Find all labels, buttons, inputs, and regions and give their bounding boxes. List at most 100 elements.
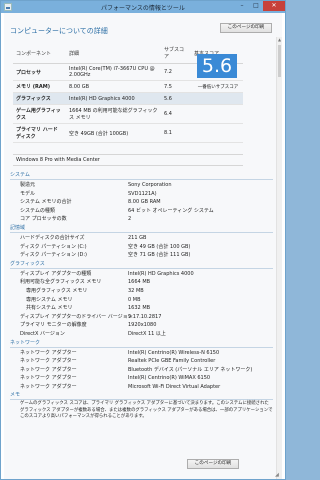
detail-row: ディスク パーティション (C:) 空き 49 GB (合計 100 GB) (10, 243, 273, 252)
detail-value: 空き 49 GB (合計 100 GB) (128, 243, 191, 250)
detail-row: コア プロセッサの数 2 (10, 215, 273, 224)
scroll-up-icon[interactable]: ▲ (277, 37, 282, 43)
detail-key: ディスプレイ アダプターの種類 (20, 270, 92, 277)
detail-value: 9.17.10.2817 (128, 313, 162, 320)
detail-row: ディスプレイ アダプターのドライバー バージョン 9.17.10.2817 (10, 313, 273, 322)
detail-key: DirectX バージョン (20, 330, 65, 337)
detail-value: Intel(R) Centrino(R) Wireless-N 6150 (128, 349, 220, 356)
detail-key: プライマリ モニターの解像度 (20, 322, 87, 329)
detail-value: Sony Corporation (128, 182, 172, 188)
close-button[interactable]: ✕ (263, 1, 285, 11)
content-pane: コンピューターについての詳細 このページの印刷 コンポーネント 詳細 サブスコア… (4, 13, 282, 479)
component-detail: Intel(R) Core(TM) i7-3667U CPU @ 2.00GHz (66, 63, 161, 81)
component-detail: 1664 MB の利用可能な総グラフィックス メモリ (66, 104, 161, 124)
section-header: グラフィックス (10, 260, 273, 269)
detail-value: 8.00 GB RAM (128, 199, 161, 206)
detail-value: SVD1121A) (128, 190, 157, 197)
print-button-bottom[interactable]: このページの印刷 (187, 459, 239, 469)
detail-row: 専用グラフィックス メモリ 32 MB (10, 287, 273, 296)
component-name: ゲーム用グラフィックス (13, 104, 66, 124)
detail-key: 利用可能な全グラフィックス メモリ (20, 279, 102, 286)
subscore: 7.5 (161, 80, 191, 93)
detail-row: ハードディスクの合計サイズ 211 GB (10, 234, 273, 243)
detail-value: 1632 MB (128, 305, 151, 312)
vertical-scrollbar[interactable]: ▲ (276, 37, 282, 479)
score-row-gaming-graphics: ゲーム用グラフィックス 1664 MB の利用可能な総グラフィックス メモリ 6… (13, 104, 243, 124)
detail-value: 211 GB (128, 234, 147, 241)
memo-text: ゲームのグラフィックス スコアは、プライマリ グラフィックス アダプターに基づい… (20, 401, 273, 419)
section-header: システム (10, 171, 273, 180)
detail-key: 製造元 (20, 182, 36, 188)
detail-value: Bluetooth デバイス (パーソナル エリア ネットワーク) (128, 366, 253, 373)
detail-row: 製造元 Sony Corporation (10, 181, 273, 190)
detail-row: DirectX バージョン DirectX 11 以上 (10, 330, 273, 339)
component-name: グラフィックス (13, 92, 66, 105)
detail-row: システム メモリの合計 8.00 GB RAM (10, 198, 273, 207)
detail-key: ハードディスクの合計サイズ (20, 234, 85, 241)
detail-value: 32 MB (128, 287, 144, 294)
section-header: ネットワーク (10, 339, 273, 348)
memo-header: メモ (10, 391, 273, 401)
subscore: 5.6 (161, 92, 191, 105)
detail-row: ネットワーク アダプター Intel(R) Centrino(R) WiMAX 6… (10, 374, 273, 383)
detail-value: Microsoft Wi-Fi Direct Virtual Adapter (128, 383, 221, 390)
section-header: 記憶域 (10, 224, 273, 233)
component-detail: 8.00 GB (66, 80, 161, 93)
detail-value: Intel(R) Centrino(R) WiMAX 6150 (128, 375, 211, 382)
detail-key: 専用システム メモリ (26, 296, 73, 303)
detail-row: ネットワーク アダプター Realtek PCIe GBE Family Cont… (10, 357, 273, 366)
detail-row: 共有システム メモリ 1632 MB (10, 304, 273, 313)
detail-row: モデル SVD1121A) (10, 190, 273, 199)
component-name: メモリ (RAM) (13, 80, 66, 93)
main-window: パフォーマンスの情報とツール – □ ✕ コンピューターについての詳細 このペー… (0, 0, 286, 480)
subscore: 8.1 (161, 123, 191, 143)
resize-grip-icon[interactable]: ◢ (275, 472, 281, 478)
details-list: システム製造元 Sony Corporation モデル SVD1121A) システム … (10, 171, 273, 420)
detail-row: ネットワーク アダプター Microsoft Wi-Fi Direct Virtu… (10, 383, 273, 392)
detail-value: 1920x1080 (128, 322, 157, 329)
detail-row: システムの種類 64 ビット オペレーティング システム (10, 207, 273, 216)
subscore: 6.4 (161, 104, 191, 124)
detail-value: 64 ビット オペレーティング システム (128, 207, 214, 214)
maximize-button[interactable]: □ (249, 1, 263, 11)
component-name: プライマリ ハード ディスク (13, 123, 66, 143)
windows-edition: Windows 8 Pro with Media Center (13, 154, 243, 166)
detail-row: 専用システム メモリ 0 MB (10, 296, 273, 305)
detail-key: ネットワーク アダプター (20, 349, 77, 356)
print-button-top[interactable]: このページの印刷 (220, 23, 272, 33)
page-title: コンピューターについての詳細 (10, 27, 108, 35)
score-row-graphics: グラフィックス Intel(R) HD Graphics 4000 5.6 (13, 92, 243, 105)
detail-row: 利用可能な全グラフィックス メモリ 1664 MB (10, 278, 273, 287)
detail-key: ディスク パーティション (D:) (20, 252, 87, 259)
minimize-button[interactable]: – (235, 1, 249, 11)
component-name: プロセッサ (13, 63, 66, 81)
header-subscore: サブスコア (161, 43, 191, 64)
detail-value: Intel(R) HD Graphics 4000 (128, 270, 194, 277)
detail-key: システムの種類 (20, 207, 55, 214)
score-row-hard-disk: プライマリ ハード ディスク 空き 49GB (合計 100GB) 8.1 (13, 123, 243, 143)
detail-key: ディスプレイ アダプターのドライバー バージョン (20, 313, 133, 320)
detail-key: システム メモリの合計 (20, 199, 72, 206)
detail-value: 空き 71 GB (合計 111 GB) (128, 252, 191, 259)
base-score-caption: 一番低いサブスコア (197, 85, 239, 90)
detail-key: 専用グラフィックス メモリ (26, 287, 88, 294)
detail-key: 共有システム メモリ (26, 305, 73, 312)
detail-row: ネットワーク アダプター Bluetooth デバイス (パーソナル エリア ネッ… (10, 366, 273, 375)
detail-key: コア プロセッサの数 (20, 216, 67, 223)
detail-row: ネットワーク アダプター Intel(R) Centrino(R) Wireles… (10, 349, 273, 358)
detail-value: 2 (128, 216, 132, 223)
title-bar[interactable]: パフォーマンスの情報とツール – □ ✕ (1, 1, 285, 13)
base-score-panel: 5.6 一番低いサブスコア (197, 54, 239, 91)
header-component: コンポーネント (13, 43, 66, 64)
detail-key: ネットワーク アダプター (20, 358, 77, 365)
scrollbar-thumb[interactable] (278, 45, 281, 77)
detail-key: ディスク パーティション (C:) (20, 243, 87, 250)
detail-key: ネットワーク アダプター (20, 383, 77, 390)
component-detail: Intel(R) HD Graphics 4000 (66, 92, 161, 105)
detail-key: ネットワーク アダプター (20, 375, 77, 382)
detail-value: Realtek PCIe GBE Family Controller (128, 358, 216, 365)
base-score-value: 5.6 (197, 54, 237, 78)
detail-row: プライマリ モニターの解像度 1920x1080 (10, 321, 273, 330)
component-detail: 空き 49GB (合計 100GB) (66, 123, 161, 143)
detail-key: ネットワーク アダプター (20, 366, 77, 373)
